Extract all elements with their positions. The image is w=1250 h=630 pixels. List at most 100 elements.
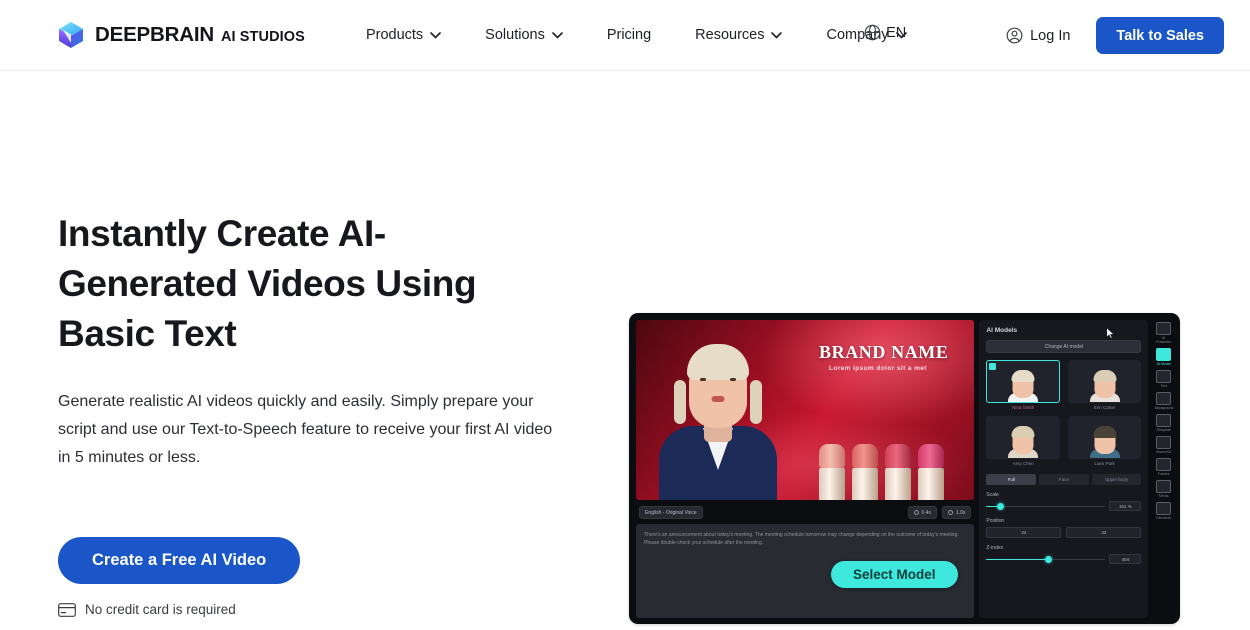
scale-slider[interactable] xyxy=(986,502,1106,511)
segment-upper-body[interactable]: Upper body xyxy=(1091,474,1142,485)
zindex-control: 404 xyxy=(986,554,1142,564)
model-thumbnail xyxy=(1067,360,1142,403)
voice-language-chip[interactable]: English - Original Voice xyxy=(639,506,703,519)
duration-chip[interactable]: 0.4s xyxy=(907,506,937,519)
tool-rail: AI Presenter AI Model Text Background Te… xyxy=(1153,320,1174,618)
check-icon xyxy=(989,363,997,370)
presenter-icon xyxy=(1156,322,1172,335)
nav-label-solutions: Solutions xyxy=(485,27,545,43)
language-selector[interactable]: EN xyxy=(864,24,906,41)
model-name: Erin Carter xyxy=(1093,405,1116,410)
model-name: Nina Smith xyxy=(1012,405,1035,410)
no-credit-card-label: No credit card is required xyxy=(85,602,236,617)
globe-icon xyxy=(864,24,881,41)
credit-card-icon xyxy=(58,602,76,617)
model-hair xyxy=(1011,370,1035,382)
tool-label: Frames xyxy=(1157,472,1170,476)
brand-logo[interactable]: DEEPBRAIN AI STUDIOS xyxy=(58,21,305,49)
lipstick-item xyxy=(918,444,944,500)
segment-full[interactable]: Full xyxy=(986,474,1037,485)
tool-brand-kit[interactable]: Brand Kit xyxy=(1155,436,1173,454)
model-card[interactable]: Amy Chen xyxy=(986,416,1060,466)
page-title: Instantly Create AI-Generated Videos Usi… xyxy=(58,213,477,354)
tool-label: Background xyxy=(1154,406,1174,410)
segment-face[interactable]: Face xyxy=(1039,474,1089,485)
login-label: Log In xyxy=(1030,27,1071,44)
duration-chip-label: 1.0s xyxy=(955,509,966,516)
tool-background[interactable]: Background xyxy=(1155,392,1173,410)
tool-media[interactable]: Media xyxy=(1155,480,1173,498)
cube-logo-icon xyxy=(59,22,83,48)
lipstick-group xyxy=(819,444,944,500)
tool-elements[interactable]: Elements xyxy=(1155,502,1173,520)
tool-ai-model[interactable]: AI Model xyxy=(1155,348,1173,366)
nav-item-pricing[interactable]: Pricing xyxy=(607,19,651,51)
model-thumbnail xyxy=(1067,416,1142,459)
zindex-slider[interactable] xyxy=(986,555,1106,564)
model-card[interactable]: Liam Park xyxy=(1067,416,1142,466)
tool-label: AI Presenter xyxy=(1156,336,1172,344)
hero-app-preview: BRAND NAME Lorem ipsum dolor sit a met E… xyxy=(611,71,1180,624)
view-mode-segmented-control: Full Face Upper body xyxy=(986,474,1142,485)
presenter-hair xyxy=(687,344,749,380)
voice-chip-label: English - Original Voice xyxy=(645,509,697,516)
talk-to-sales-button[interactable]: Talk to Sales xyxy=(1096,17,1224,54)
ai-presenter-figure xyxy=(654,328,782,500)
chevron-down-icon xyxy=(771,31,783,39)
lipstick-item xyxy=(819,444,845,500)
duration-chip-label: 0.4s xyxy=(921,509,931,516)
top-navbar: DEEPBRAIN AI STUDIOS Products Solutions … xyxy=(0,0,1250,71)
nav-item-resources[interactable]: Resources xyxy=(695,19,783,51)
slider-knob[interactable] xyxy=(1044,555,1052,563)
clock-icon xyxy=(913,510,919,515)
tool-ai-presenter[interactable]: AI Presenter xyxy=(1155,322,1173,344)
duration-chip-group: 0.4s 1.0s xyxy=(907,506,972,519)
model-card[interactable]: Erin Carter xyxy=(1067,360,1142,410)
nav-label-pricing: Pricing xyxy=(606,27,652,43)
hero-copy: Instantly Create AI-Generated Videos Usi… xyxy=(58,71,611,624)
user-circle-icon xyxy=(1006,27,1023,44)
model-grid: Nina Smith Erin Carter Amy Chen Liam Par… xyxy=(986,360,1142,466)
tool-label: Template xyxy=(1156,428,1171,432)
select-model-button[interactable]: Select Model xyxy=(831,561,958,588)
stage-brand-tagline: Lorem ipsum dolor sit a met xyxy=(829,365,927,372)
model-card[interactable]: Nina Smith xyxy=(986,360,1060,410)
login-button[interactable]: Log In xyxy=(1006,27,1070,44)
tool-label: Text xyxy=(1160,384,1167,388)
zindex-value[interactable]: 404 xyxy=(1109,554,1142,564)
slider-track xyxy=(986,505,1106,507)
stage-brand-name: BRAND NAME xyxy=(819,342,949,362)
tool-template[interactable]: Template xyxy=(1155,414,1173,432)
slider-fill xyxy=(986,558,1049,560)
duration-chip[interactable]: 1.0s xyxy=(941,506,972,519)
position-label: Position xyxy=(986,518,1005,524)
slider-knob[interactable] xyxy=(997,502,1005,510)
position-control: 24 42 xyxy=(986,527,1142,538)
no-credit-card-note: No credit card is required xyxy=(58,602,611,617)
ai-models-panel: AI Models Change AI model Nina Smith Eri… xyxy=(979,320,1149,618)
model-name: Liam Park xyxy=(1094,461,1115,466)
chevron-down-icon xyxy=(552,31,563,39)
nav-label-resources: Resources xyxy=(695,27,765,43)
nav-item-products[interactable]: Products xyxy=(366,19,441,51)
video-stage[interactable]: BRAND NAME Lorem ipsum dolor sit a met xyxy=(636,320,975,500)
position-x-input[interactable]: 24 xyxy=(986,527,1062,538)
zindex-label: Z-index xyxy=(986,545,1004,551)
change-ai-model-button[interactable]: Change AI model xyxy=(986,340,1142,353)
scale-label: Scale xyxy=(986,492,999,498)
tool-text[interactable]: Text xyxy=(1155,370,1173,388)
create-free-ai-video-button[interactable]: Create a Free AI Video xyxy=(58,537,301,584)
model-hair xyxy=(1011,426,1035,438)
tool-label: Elements xyxy=(1156,516,1171,520)
ai-model-icon xyxy=(1156,348,1172,361)
scale-value[interactable]: 101 % xyxy=(1109,501,1142,511)
tool-frames[interactable]: Frames xyxy=(1155,458,1173,476)
position-y-input[interactable]: 42 xyxy=(1066,527,1142,538)
scale-control: 101 % xyxy=(986,501,1142,511)
presenter-eye xyxy=(700,378,706,381)
nav-right-group: EN Log In Talk to Sales xyxy=(864,0,1224,71)
brand-subtitle: AI STUDIOS xyxy=(220,29,305,45)
elements-icon xyxy=(1156,502,1172,515)
nav-item-solutions[interactable]: Solutions xyxy=(485,19,563,51)
clock-icon xyxy=(947,510,953,515)
